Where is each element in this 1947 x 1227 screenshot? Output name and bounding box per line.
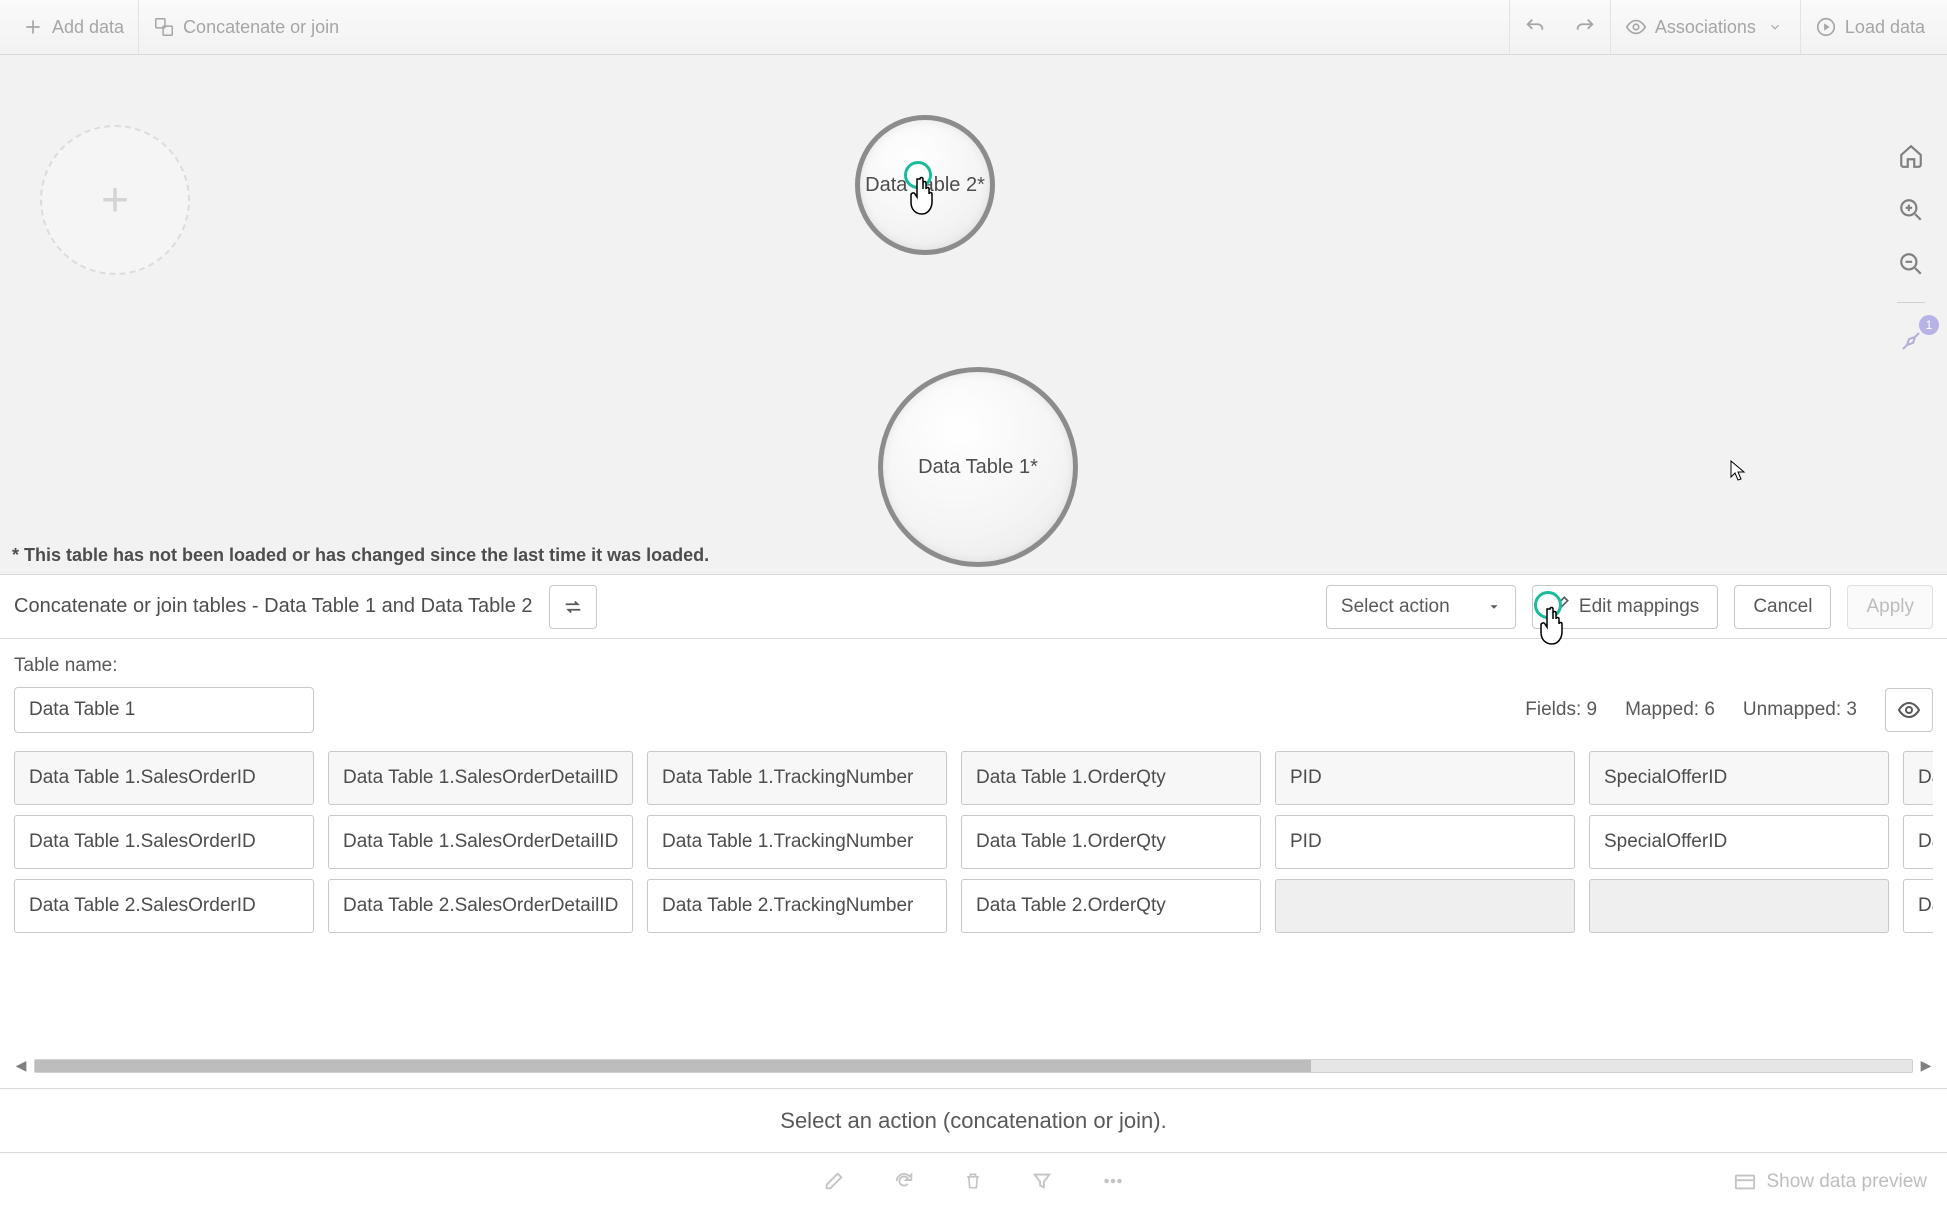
mapping-header-cell[interactable]: Data Table 1.SalesOrderID xyxy=(14,751,314,805)
table-name-input[interactable] xyxy=(14,687,314,733)
mapping-header-cell[interactable]: Data Ta xyxy=(1903,751,1933,805)
apply-label: Apply xyxy=(1866,596,1914,618)
undo-icon xyxy=(1524,16,1546,38)
table-bubble-label: Data Table 1* xyxy=(918,456,1038,479)
select-action-label: Select action xyxy=(1341,596,1450,618)
edit-mappings-label: Edit mappings xyxy=(1579,596,1699,618)
edit-icon[interactable] xyxy=(823,1170,845,1195)
mapping-header-cell[interactable]: Data Table 1.SalesOrderDetailID xyxy=(328,751,633,805)
concat-panel-header: Concatenate or join tables - Data Table … xyxy=(0,575,1947,639)
redo-icon xyxy=(1574,16,1596,38)
filter-icon[interactable] xyxy=(1031,1170,1053,1195)
delete-icon[interactable] xyxy=(963,1170,983,1195)
mapping-cell[interactable] xyxy=(1589,879,1889,933)
mapping-cell[interactable]: Data Ta xyxy=(1903,879,1933,933)
mapping-cell[interactable]: Data Table 2.SalesOrderDetailID xyxy=(328,879,633,933)
scroll-left-icon[interactable]: ◀ xyxy=(14,1057,28,1074)
associations-label: Associations xyxy=(1655,17,1756,38)
load-data-label: Load data xyxy=(1845,17,1925,38)
mapping-cell[interactable]: SpecialOfferID xyxy=(1589,815,1889,869)
concat-icon xyxy=(153,16,175,38)
plus-icon xyxy=(22,16,44,38)
cancel-button[interactable]: Cancel xyxy=(1734,585,1831,629)
mapping-cell[interactable]: Data Table 2.OrderQty xyxy=(961,879,1261,933)
mapping-cell[interactable]: Data Table 2.SalesOrderID xyxy=(14,879,314,933)
mapping-header-cell[interactable]: SpecialOfferID xyxy=(1589,751,1889,805)
action-hint: Select an action (concatenation or join)… xyxy=(0,1089,1947,1153)
eye-icon xyxy=(1625,16,1647,38)
mapping-cell[interactable]: Data Table 1.TrackingNumber xyxy=(647,815,947,869)
mapping-grid: Data Table 1.SalesOrderID Data Table 1.Sa… xyxy=(14,751,1933,933)
scroll-track[interactable] xyxy=(34,1059,1913,1073)
data-model-canvas[interactable]: + Data Table 2* Data Table 1* * This tab… xyxy=(0,55,1947,575)
pencil-icon xyxy=(1551,594,1571,620)
scroll-thumb[interactable] xyxy=(35,1060,1311,1072)
mapping-header-cell[interactable]: Data Table 1.OrderQty xyxy=(961,751,1261,805)
canvas-side-rail: 1 xyxy=(1875,120,1947,359)
plus-icon: + xyxy=(101,173,129,228)
mapping-header-cell[interactable]: PID xyxy=(1275,751,1575,805)
swap-tables-button[interactable] xyxy=(549,585,597,629)
more-icon[interactable] xyxy=(1101,1170,1125,1195)
show-data-preview-button[interactable]: Show data preview xyxy=(1734,1171,1927,1193)
edit-mappings-button[interactable]: Edit mappings xyxy=(1532,585,1718,629)
cancel-label: Cancel xyxy=(1753,596,1812,618)
unsaved-note: * This table has not been loaded or has … xyxy=(12,545,709,566)
mapping-cell[interactable]: Data Table 1.OrderQty xyxy=(961,815,1261,869)
play-circle-icon xyxy=(1815,16,1837,38)
mapping-cell[interactable]: PID xyxy=(1275,815,1575,869)
preview-toggle-button[interactable] xyxy=(1885,688,1933,732)
mapping-column: Data Ta Data Ta Data Ta xyxy=(1903,751,1933,933)
mapping-column: Data Table 1.OrderQty Data Table 1.OrderQ… xyxy=(961,751,1261,933)
home-button[interactable] xyxy=(1893,138,1929,174)
table-bubble-data-table-1[interactable]: Data Table 1* xyxy=(878,367,1078,567)
add-data-button[interactable]: Add data xyxy=(8,0,139,54)
concat-join-button[interactable]: Concatenate or join xyxy=(139,0,353,54)
mapping-column: SpecialOfferID SpecialOfferID xyxy=(1589,751,1889,933)
apply-button[interactable]: Apply xyxy=(1847,585,1933,629)
select-action-dropdown[interactable]: Select action xyxy=(1326,585,1516,629)
mapping-stats: Fields: 9 Mapped: 6 Unmapped: 3 xyxy=(1525,688,1933,732)
scroll-right-icon[interactable]: ▶ xyxy=(1919,1057,1933,1074)
mapping-cell[interactable] xyxy=(1275,879,1575,933)
recommendations-badge: 1 xyxy=(1919,315,1939,335)
mapping-hscroll[interactable]: ◀ ▶ xyxy=(14,1057,1933,1074)
zoom-out-button[interactable] xyxy=(1893,246,1929,282)
concat-join-label: Concatenate or join xyxy=(183,17,339,38)
recommendations-button[interactable]: 1 xyxy=(1893,323,1929,359)
table-bubble-data-table-2[interactable]: Data Table 2* xyxy=(855,115,995,255)
mapping-column: Data Table 1.SalesOrderDetailID Data Tabl… xyxy=(328,751,633,933)
undo-button[interactable] xyxy=(1509,0,1560,54)
panel-title: Concatenate or join tables - Data Table … xyxy=(14,595,533,618)
bottom-toolbar: Show data preview xyxy=(0,1153,1947,1211)
load-data-button[interactable]: Load data xyxy=(1800,0,1939,54)
top-toolbar: Add data Concatenate or join Association… xyxy=(0,0,1947,55)
mapping-column: Data Table 1.TrackingNumber Data Table 1.… xyxy=(647,751,947,933)
mapping-cell[interactable]: Data Table 2.TrackingNumber xyxy=(647,879,947,933)
mapping-cell[interactable]: Data Table 1.SalesOrderDetailID xyxy=(328,815,633,869)
redo-button[interactable] xyxy=(1560,0,1610,54)
refresh-icon[interactable] xyxy=(893,1170,915,1195)
mapping-header-cell[interactable]: Data Table 1.TrackingNumber xyxy=(647,751,947,805)
add-data-label: Add data xyxy=(52,17,124,38)
mapping-config-area: Table name: Fields: 9 Mapped: 6 Unmapped… xyxy=(0,639,1947,1089)
associations-dropdown[interactable]: Associations xyxy=(1610,0,1800,54)
mapping-cell[interactable]: Data Ta xyxy=(1903,815,1933,869)
cursor-icon xyxy=(1730,460,1746,487)
mapping-column: Data Table 1.SalesOrderID Data Table 1.Sa… xyxy=(14,751,314,933)
add-table-bubble[interactable]: + xyxy=(40,125,190,275)
mapping-column: PID PID xyxy=(1275,751,1575,933)
table-name-label: Table name: xyxy=(14,655,1933,677)
chevron-down-icon xyxy=(1764,16,1786,38)
mapping-cell[interactable]: Data Table 1.SalesOrderID xyxy=(14,815,314,869)
table-bubble-label: Data Table 2* xyxy=(865,174,985,197)
zoom-in-button[interactable] xyxy=(1893,192,1929,228)
